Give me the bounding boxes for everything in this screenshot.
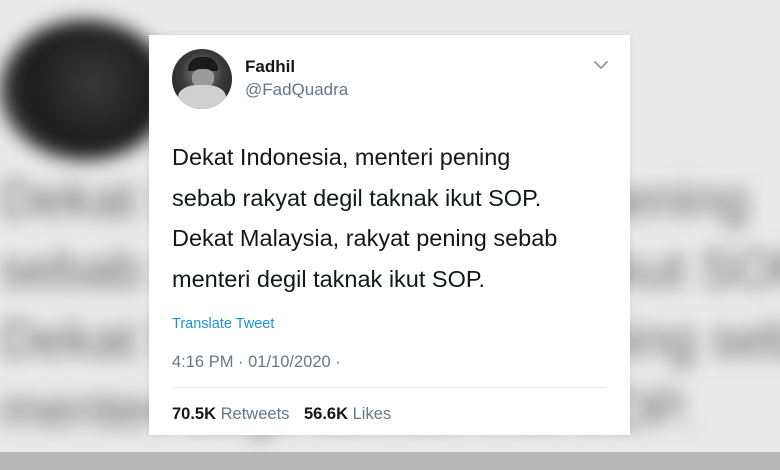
tweet-text-line: menteri degil taknak ikut SOP. xyxy=(172,265,486,292)
display-name[interactable]: Fadhil xyxy=(245,57,295,77)
chevron-down-icon[interactable] xyxy=(592,56,610,74)
likes-label: Likes xyxy=(352,405,392,423)
avatar-body xyxy=(178,85,226,109)
blurred-avatar xyxy=(0,20,170,160)
retweets-stat[interactable]: 70.5K Retweets xyxy=(172,405,289,423)
tweet-timestamp[interactable]: 4:16 PM · 01/10/2020 · xyxy=(172,353,341,372)
engagement-stats: 70.5K Retweets 56.6K Likes xyxy=(172,405,401,424)
user-handle[interactable]: @FadQuadra xyxy=(245,80,348,100)
translate-tweet-link[interactable]: Translate Tweet xyxy=(172,316,274,332)
likes-stat[interactable]: 56.6K Likes xyxy=(304,405,391,423)
bottom-bar xyxy=(0,452,780,470)
tweet-text-line: sebab rakyat degil taknak ikut SOP. xyxy=(172,184,542,211)
divider xyxy=(172,387,606,388)
tweet-text-line: Dekat Indonesia, menteri pening xyxy=(172,144,511,170)
tweet-text-line: Dekat Malaysia, rakyat pening sebab xyxy=(172,225,558,251)
avatar[interactable] xyxy=(172,49,232,109)
tweet-card: Fadhil @FadQuadra Dekat Indonesia, mente… xyxy=(149,35,630,435)
retweets-label: Retweets xyxy=(220,405,290,423)
tweet-text: Dekat Indonesia, menteri pening sebab ra… xyxy=(172,137,612,299)
retweets-count: 70.5K xyxy=(172,405,217,423)
likes-count: 56.6K xyxy=(304,405,349,423)
